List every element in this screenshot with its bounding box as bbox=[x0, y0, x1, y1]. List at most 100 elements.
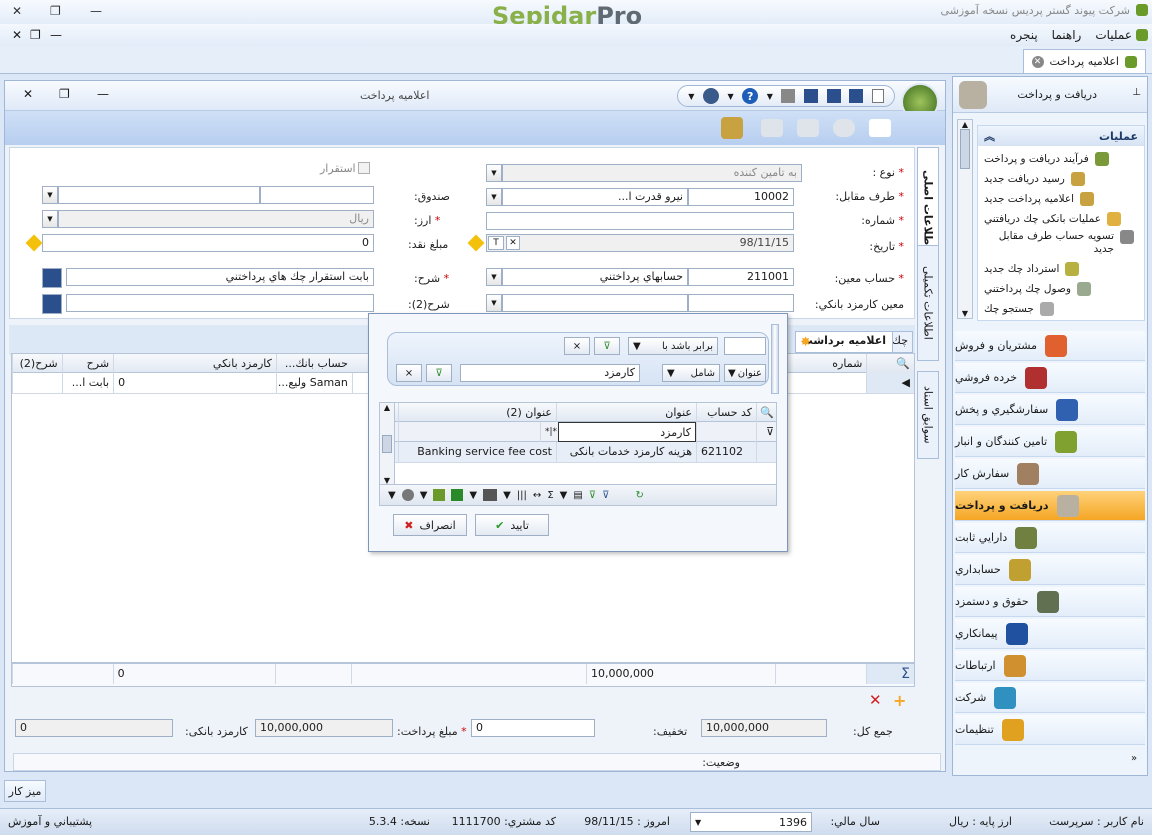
tab-extra-info[interactable]: اطلاعات تکمیلی bbox=[917, 245, 939, 361]
fiscal-year-dropdown[interactable]: ▼ 1396 bbox=[690, 812, 812, 832]
cash-amount-field[interactable]: 0 bbox=[42, 234, 374, 252]
lookup-col-code[interactable]: کد حساب bbox=[696, 403, 756, 423]
desc2-field[interactable] bbox=[66, 294, 374, 312]
window-restore-icon[interactable]: ❐ bbox=[59, 87, 70, 101]
type-dropdown[interactable]: ▼ bbox=[486, 164, 502, 182]
window-close-icon[interactable]: ✕ bbox=[23, 87, 33, 101]
minimize-icon[interactable]: — bbox=[90, 4, 102, 18]
support-link[interactable]: پشتيباني و آموزش bbox=[8, 815, 92, 828]
chevron-down-icon[interactable]: ▼ bbox=[503, 490, 511, 501]
close-tab-icon[interactable]: ✕ bbox=[1031, 55, 1044, 68]
op-new-receipt[interactable]: رسید دریافت جدید bbox=[984, 170, 1152, 188]
scroll-up-icon[interactable]: ▲ bbox=[962, 120, 968, 129]
nav-company[interactable]: شرکت bbox=[955, 683, 1145, 713]
clear-date-icon[interactable]: ✕ bbox=[506, 236, 520, 250]
nav-accounting[interactable]: حسابداري bbox=[955, 555, 1145, 585]
excel-icon[interactable] bbox=[451, 489, 464, 501]
cancel-button[interactable]: انصراف ✖ bbox=[393, 514, 467, 536]
cashbox-code[interactable] bbox=[58, 186, 260, 204]
scroll-down-icon[interactable]: ▼ bbox=[962, 309, 968, 318]
lookup-scrollbar[interactable]: ▲ ▼ bbox=[379, 402, 395, 486]
doc-tab-payment-notice[interactable]: ✕ اعلامیه پرداخت bbox=[1022, 49, 1146, 73]
nav-suppliers-inventory[interactable]: تامین کنندگان و انبار bbox=[955, 427, 1145, 457]
sum-icon[interactable]: Σ bbox=[547, 490, 553, 501]
operations-scrollbar[interactable]: ▲ ▼ bbox=[957, 119, 973, 319]
apply-filter-2-icon[interactable]: ⊽ bbox=[426, 364, 452, 382]
date-field[interactable]: 98/11/15 bbox=[486, 234, 794, 252]
new-document-icon[interactable] bbox=[871, 89, 884, 103]
chevron-down-icon[interactable]: ▼ bbox=[560, 490, 568, 501]
refresh-icon[interactable]: ↻ bbox=[635, 490, 643, 501]
delete-record-icon[interactable] bbox=[833, 119, 855, 137]
cashbox-name[interactable] bbox=[260, 186, 374, 204]
account-code[interactable]: 211001 bbox=[688, 268, 794, 286]
op-cheque-collect[interactable]: وصول چك پرداختني bbox=[984, 280, 1152, 298]
counterparty-code[interactable]: 10002 bbox=[688, 188, 794, 206]
menu-help[interactable]: راهنما bbox=[1052, 28, 1082, 42]
counterparty-name[interactable]: نیرو قدرت ا... bbox=[502, 188, 688, 206]
previous-record-icon[interactable] bbox=[797, 119, 819, 137]
filter-title-cell[interactable]: کارمزد bbox=[558, 422, 696, 442]
fee-account-dropdown[interactable]: ▼ bbox=[486, 294, 502, 312]
op-cheque-search[interactable]: جستجو چك bbox=[984, 300, 1152, 318]
row-selector[interactable]: ◀ bbox=[866, 373, 914, 393]
save-close-icon[interactable] bbox=[849, 89, 864, 103]
nav-work-order[interactable]: سفارش کار bbox=[955, 459, 1145, 489]
print-icon[interactable] bbox=[483, 489, 498, 501]
col-desc[interactable]: شرح bbox=[61, 354, 113, 374]
new-record-icon[interactable] bbox=[869, 119, 891, 137]
filter-field-dropdown[interactable]: عنوان ▼ bbox=[724, 364, 766, 382]
desc-field[interactable]: بابت استقرار چك هاي پرداختني bbox=[66, 268, 374, 286]
table-row[interactable]: 621102 هزینه کارمزد خدمات بانکی Banking … bbox=[380, 442, 776, 463]
nav-order-distribution[interactable]: سفارشگیري و پخش bbox=[955, 395, 1145, 425]
save-icon[interactable] bbox=[804, 89, 819, 103]
settle-checkbox[interactable] bbox=[358, 162, 370, 174]
confirm-button[interactable]: تایید ✔ bbox=[475, 514, 549, 536]
print-icon[interactable] bbox=[781, 89, 796, 103]
mdi-minimize-icon[interactable]: — bbox=[50, 28, 62, 42]
save-as-icon[interactable] bbox=[826, 89, 841, 103]
collapse-icon[interactable]: ︽ bbox=[984, 128, 995, 144]
operator-equal-dropdown[interactable]: برابر باشد با ▼ bbox=[628, 337, 718, 355]
pin-icon[interactable]: ⊥ bbox=[1132, 87, 1141, 98]
search-icon[interactable]: 🔍 bbox=[756, 403, 776, 423]
op-settlement[interactable]: تسویه حساب طرف مقابل جدید bbox=[984, 230, 1152, 260]
scroll-thumb[interactable] bbox=[960, 129, 970, 169]
nav-fixed-assets[interactable]: دارایي ثابت bbox=[955, 523, 1145, 553]
type-field[interactable]: به تامین کننده bbox=[502, 164, 802, 182]
save-desc-icon[interactable] bbox=[42, 268, 62, 288]
col-desc2[interactable]: شرح(2) bbox=[12, 354, 62, 374]
chevron-down-icon[interactable]: ▼ bbox=[767, 92, 773, 101]
number-field[interactable] bbox=[486, 212, 794, 230]
chevron-down-icon[interactable]: ▼ bbox=[420, 490, 428, 501]
group-icon[interactable]: ▤ bbox=[573, 490, 582, 501]
scroll-thumb[interactable] bbox=[382, 435, 392, 453]
first-record-icon[interactable] bbox=[761, 119, 783, 137]
fee-account-name[interactable] bbox=[502, 294, 688, 312]
currency-field[interactable]: ریال bbox=[58, 210, 374, 228]
filter-code-cell[interactable] bbox=[696, 422, 756, 442]
add-row-icon[interactable]: + bbox=[893, 691, 906, 710]
op-cheque-return[interactable]: استرداد چك جدید bbox=[984, 260, 1152, 278]
filter-title2-cell[interactable] bbox=[398, 422, 540, 442]
counterparty-dropdown[interactable]: ▼ bbox=[486, 188, 502, 206]
mdi-close-icon[interactable]: ✕ bbox=[12, 28, 22, 42]
lookup-row-selector[interactable] bbox=[756, 442, 776, 462]
calendar-icon[interactable]: T bbox=[488, 236, 504, 250]
ship-icon[interactable] bbox=[721, 117, 743, 139]
menu-window[interactable]: پنجره bbox=[1010, 28, 1038, 42]
fee-account-code[interactable] bbox=[688, 294, 794, 312]
filter-operator-icon[interactable]: *|* bbox=[540, 422, 558, 442]
nav-payroll[interactable]: حقوق و دستمزد bbox=[955, 587, 1145, 617]
search-icon[interactable]: 🔍 bbox=[866, 354, 914, 374]
op-new-payment[interactable]: اعلامیه پرداخت جدید bbox=[984, 190, 1152, 208]
chevron-down-icon[interactable]: ▼ bbox=[469, 490, 477, 501]
filter-value-1[interactable] bbox=[724, 337, 766, 355]
apply-filter-icon[interactable]: ⊽ bbox=[594, 337, 620, 355]
nav-settings[interactable]: تنظیمات bbox=[955, 715, 1145, 745]
nav-customers-sales[interactable]: مشتریان و فروش bbox=[955, 331, 1145, 361]
op-bank-cheque[interactable]: عملیات بانکی چك دریافتني bbox=[984, 210, 1152, 228]
chevron-down-icon[interactable]: ▼ bbox=[728, 92, 734, 101]
lookup-col-title2[interactable]: عنوان (2) bbox=[398, 403, 556, 423]
scroll-up-icon[interactable]: ▲ bbox=[384, 403, 390, 412]
